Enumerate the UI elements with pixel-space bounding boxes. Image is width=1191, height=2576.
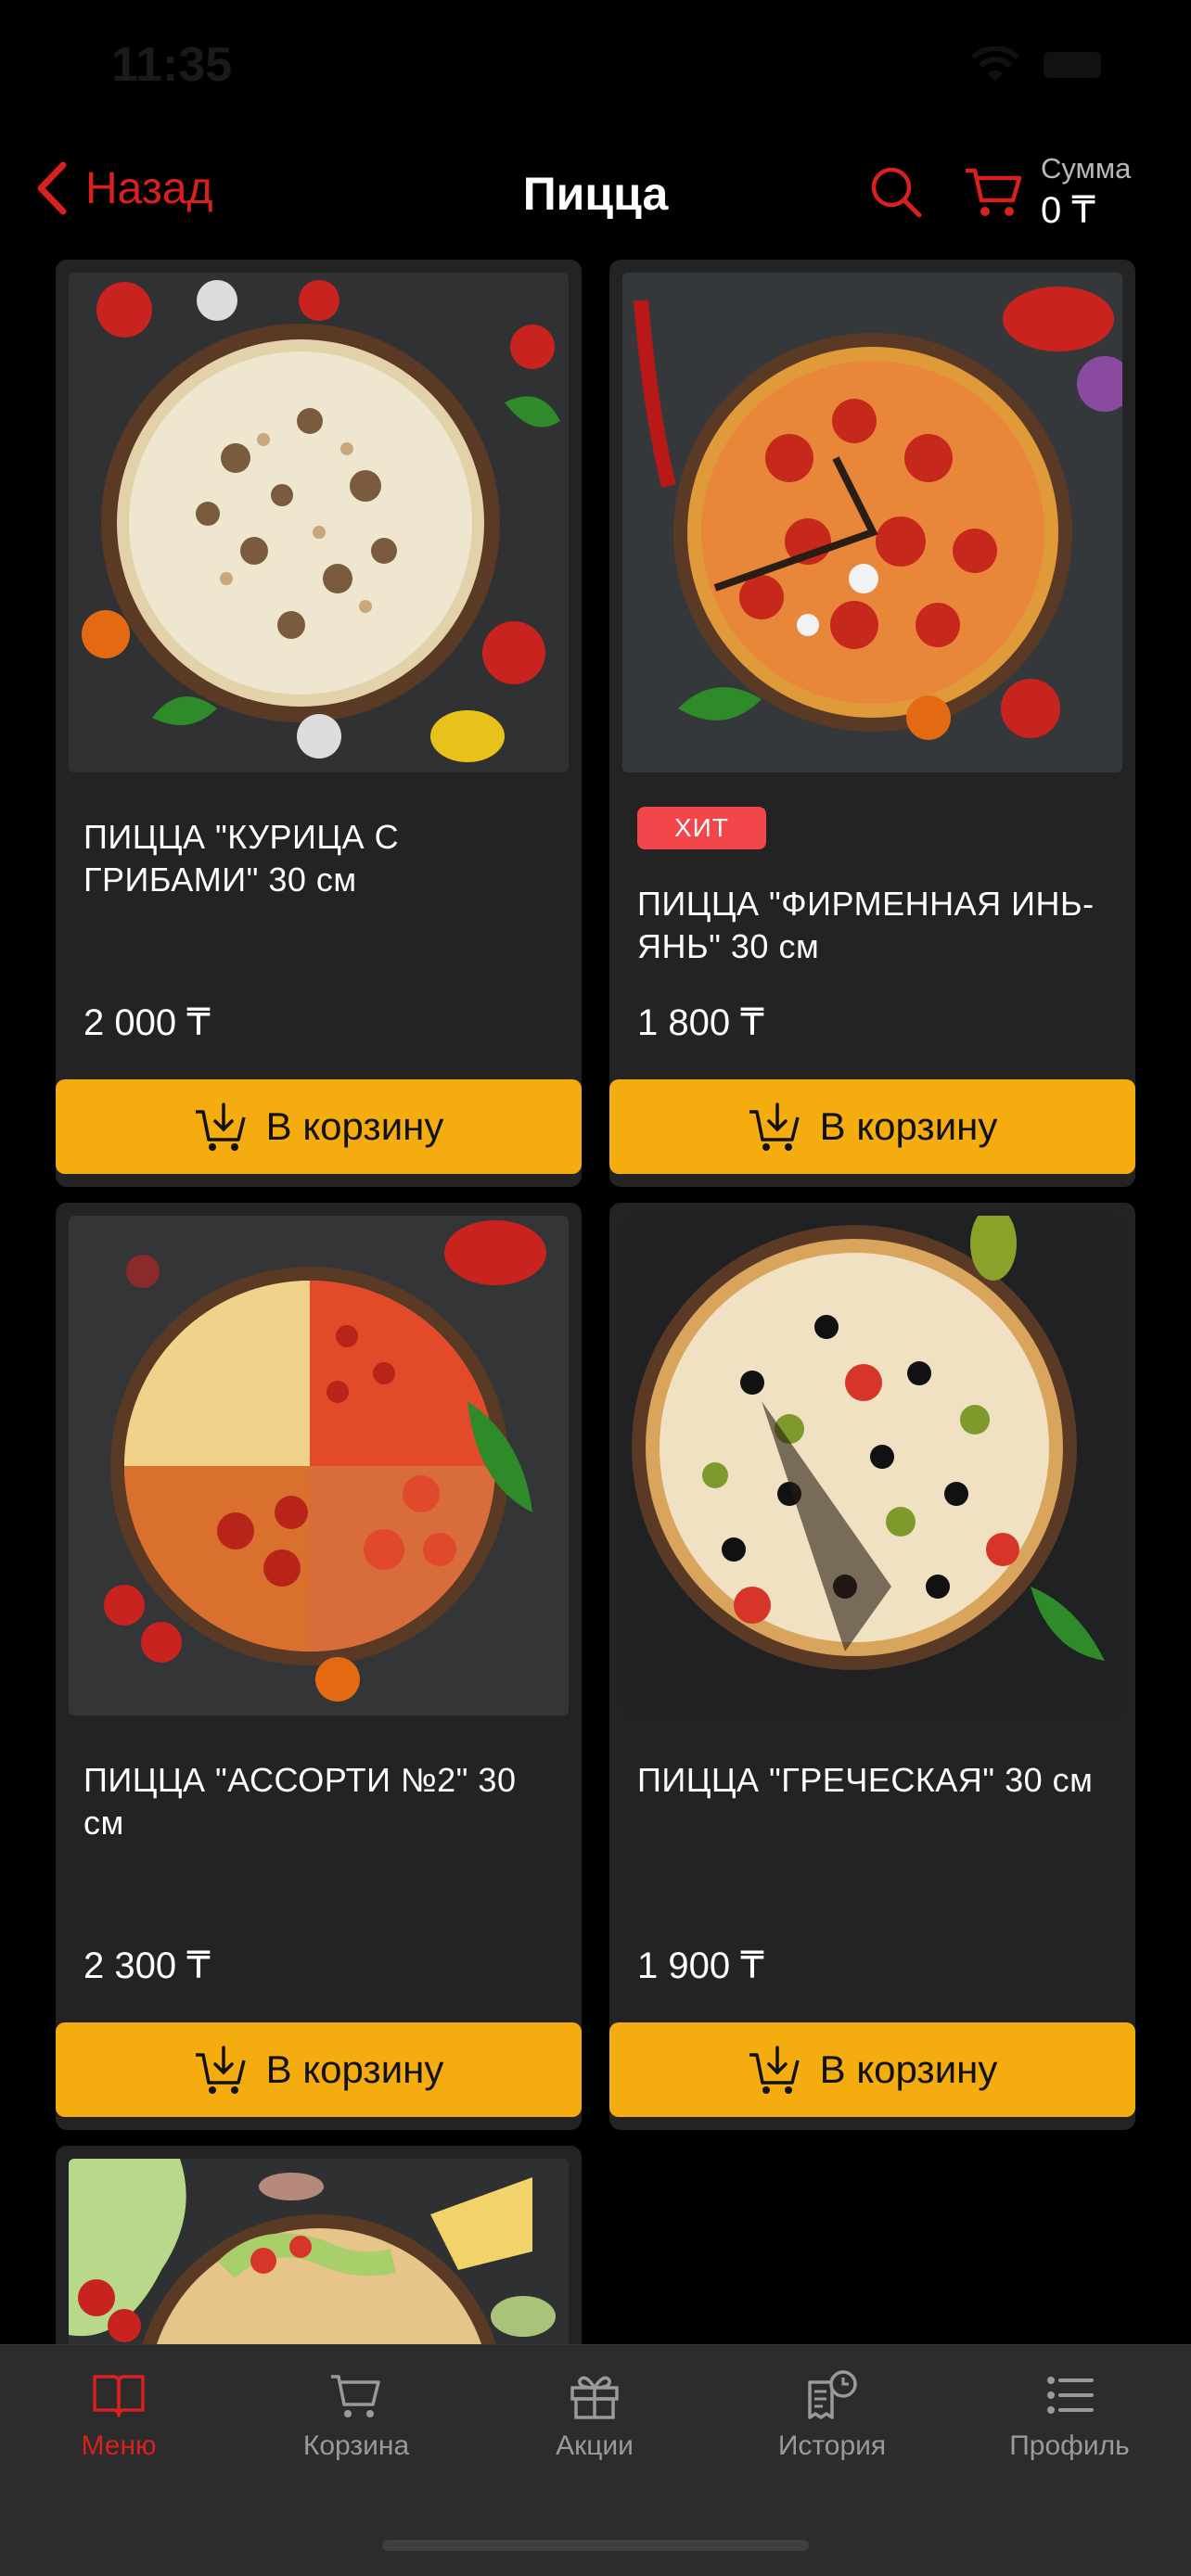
tab-label: Профиль	[1009, 2430, 1130, 2461]
wifi-icon	[970, 46, 1020, 82]
home-indicator	[382, 2540, 809, 2551]
product-name: ПИЦЦА "ФИРМЕННАЯ ИНЬ-ЯНЬ" 30 см	[637, 885, 1095, 965]
product-image[interactable]	[622, 273, 1122, 772]
list-icon	[1047, 2377, 1094, 2414]
sum-value: 0 ₸	[1041, 190, 1095, 231]
gift-icon	[570, 2376, 619, 2419]
hit-badge: ХИТ	[637, 807, 766, 849]
product-price: 1 800 ₸	[637, 1002, 764, 1043]
add-to-cart-button[interactable]: В корзину	[56, 2022, 582, 2117]
status-time: 11:35	[111, 38, 233, 92]
cart-download-icon	[195, 1103, 246, 1151]
tab-label: Акции	[556, 2430, 634, 2461]
add-to-cart-label: В корзину	[819, 1104, 998, 1148]
product-name: ПИЦЦА "КУРИЦА С ГРИБАМИ" 30 см	[83, 818, 400, 899]
tab-label: История	[777, 2430, 887, 2461]
product-price: 1 900 ₸	[637, 1945, 764, 1986]
product-card[interactable]	[56, 2146, 582, 2344]
product-card[interactable]: ПИЦЦА "ГРЕЧЕСКАЯ" 30 см 1 900 ₸ В корзин…	[609, 1203, 1135, 2130]
tab-bar: Меню Корзина Акции История Профиль	[0, 2344, 1191, 2576]
tab-profile[interactable]: Профиль	[977, 2369, 1162, 2462]
tab-history[interactable]: История	[739, 2369, 925, 2462]
product-name: ПИЦЦА "АССОРТИ №2" 30 см	[83, 1761, 517, 1842]
product-card[interactable]: ПИЦЦА "АССОРТИ №2" 30 см 2 300 ₸ В корзи…	[56, 1203, 582, 2130]
product-card[interactable]: ПИЦЦА "КУРИЦА С ГРИБАМИ" 30 см 2 000 ₸ В…	[56, 260, 582, 1187]
product-price: 2 000 ₸	[83, 1002, 211, 1043]
header: Назад Пицца Сумма 0 ₸	[0, 139, 1191, 250]
product-price: 2 300 ₸	[83, 1945, 211, 1986]
product-name: ПИЦЦА "ГРЕЧЕСКАЯ" 30 см	[637, 1761, 1094, 1799]
add-to-cart-button[interactable]: В корзину	[56, 1079, 582, 1174]
cart-icon[interactable]	[963, 163, 1024, 221]
product-image[interactable]	[69, 2159, 569, 2344]
battery-icon	[1044, 52, 1101, 78]
product-image[interactable]	[69, 1216, 569, 1715]
history-icon	[808, 2370, 857, 2419]
add-to-cart-label: В корзину	[265, 2047, 444, 2091]
tab-promotions[interactable]: Акции	[502, 2369, 687, 2462]
cart-download-icon	[195, 2046, 246, 2094]
add-to-cart-label: В корзину	[819, 2047, 998, 2091]
tab-cart[interactable]: Корзина	[263, 2369, 449, 2462]
tab-label: Корзина	[302, 2430, 410, 2461]
search-icon[interactable]	[867, 163, 925, 221]
cart-download-icon	[749, 1103, 800, 1151]
sum-label: Сумма	[1041, 152, 1132, 185]
tab-label: Меню	[81, 2430, 157, 2461]
product-card[interactable]: ХИТ ПИЦЦА "ФИРМЕННАЯ ИНЬ-ЯНЬ" 30 см 1 80…	[609, 260, 1135, 1187]
product-image[interactable]	[622, 1216, 1122, 1715]
cart-icon	[331, 2375, 380, 2417]
status-bar: 11:35	[0, 0, 1191, 130]
tab-menu[interactable]: Меню	[26, 2369, 211, 2462]
add-to-cart-button[interactable]: В корзину	[609, 2022, 1135, 2117]
book-icon	[93, 2375, 145, 2417]
product-image[interactable]	[69, 273, 569, 772]
add-to-cart-button[interactable]: В корзину	[609, 1079, 1135, 1174]
cart-download-icon	[749, 2046, 800, 2094]
cart-sum[interactable]: Сумма 0 ₸	[1041, 152, 1131, 232]
add-to-cart-label: В корзину	[265, 1104, 444, 1148]
